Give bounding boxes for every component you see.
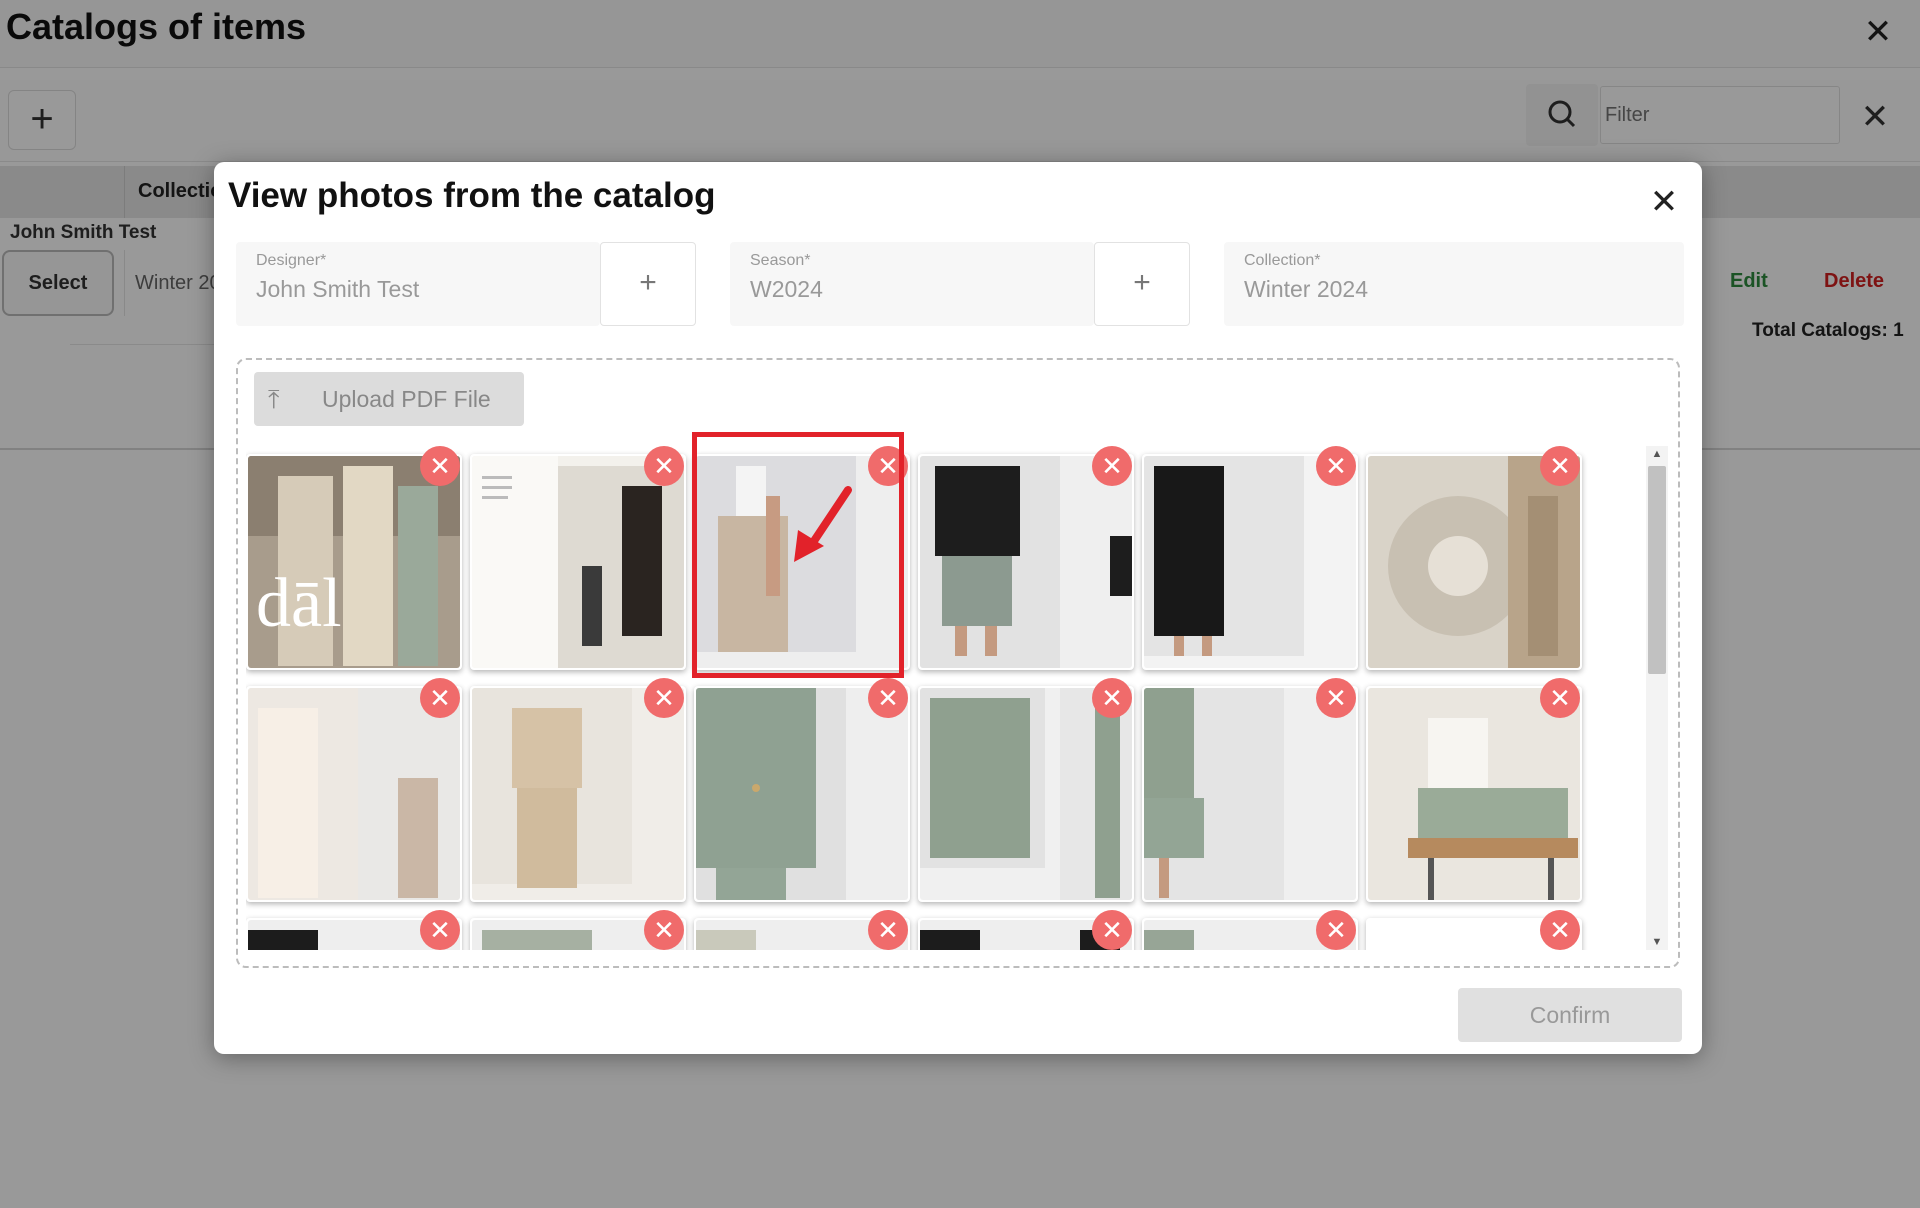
designer-label: Designer* (256, 252, 327, 269)
add-designer-button[interactable]: + (600, 242, 696, 326)
photo-thumbnail[interactable]: ✕ (246, 678, 462, 902)
photo-thumbnail[interactable]: ✕ (1366, 910, 1582, 950)
catalog-photo (248, 688, 460, 900)
photo-grid: dāl ✕ ✕ ✕ ✕ ✕ ✕ ✕ ✕ ✕ ✕ ✕ ✕ ✕ ✕ ✕ ✕ ✕ ✕ (246, 446, 1638, 950)
remove-photo-button[interactable]: ✕ (420, 678, 460, 718)
remove-photo-button[interactable]: ✕ (1540, 910, 1580, 950)
remove-photo-button[interactable]: ✕ (420, 446, 460, 486)
photo-thumbnail[interactable]: ✕ (1366, 446, 1582, 670)
photo-thumbnail[interactable]: ✕ (1142, 446, 1358, 670)
season-label: Season* (750, 252, 811, 269)
remove-photo-button[interactable]: ✕ (1540, 678, 1580, 718)
remove-photo-button[interactable]: ✕ (1092, 910, 1132, 950)
remove-photo-button[interactable]: ✕ (1316, 446, 1356, 486)
remove-photo-button[interactable]: ✕ (1092, 678, 1132, 718)
photo-thumbnail[interactable]: ✕ (694, 910, 910, 950)
collection-label: Collection* (1244, 252, 1321, 269)
remove-photo-button[interactable]: ✕ (420, 910, 460, 950)
photo-thumbnail[interactable]: ✕ (918, 678, 1134, 902)
photo-grid-scrollbar[interactable]: ▲ ▼ (1646, 446, 1668, 950)
designer-field[interactable]: Designer* John Smith Test (236, 242, 600, 326)
remove-photo-button[interactable]: ✕ (644, 910, 684, 950)
collection-value: Winter 2024 (1244, 276, 1369, 302)
photo-thumbnail[interactable]: ✕ (694, 678, 910, 902)
photo-thumbnail[interactable]: ✕ (470, 910, 686, 950)
season-value: W2024 (750, 276, 823, 302)
remove-photo-button[interactable]: ✕ (868, 910, 908, 950)
photo-thumbnail[interactable]: ✕ (470, 446, 686, 670)
photo-thumbnail[interactable]: ✕ (1142, 678, 1358, 902)
arrow-annotation-icon (794, 486, 852, 562)
modal-close-icon[interactable]: ✕ (1644, 182, 1684, 222)
scroll-up-icon[interactable]: ▲ (1646, 446, 1668, 462)
catalog-photo (472, 456, 684, 668)
remove-photo-button[interactable]: ✕ (868, 678, 908, 718)
remove-photo-button[interactable]: ✕ (1092, 446, 1132, 486)
season-field[interactable]: Season* W2024 (730, 242, 1094, 326)
photo-thumbnail[interactable]: ✕ (246, 910, 462, 950)
photo-thumbnail[interactable]: ✕ (470, 678, 686, 902)
photo-upload-area: ⤒ Upload PDF File dāl ✕ ✕ ✕ ✕ ✕ ✕ ✕ ✕ ✕ … (236, 358, 1680, 968)
catalog-photo: dāl (248, 456, 460, 668)
confirm-button[interactable]: Confirm (1458, 988, 1682, 1042)
catalog-photo (696, 688, 908, 900)
catalog-photo (920, 688, 1132, 900)
catalog-photo (920, 456, 1132, 668)
add-season-button[interactable]: + (1094, 242, 1190, 326)
catalog-photo (1368, 688, 1580, 900)
svg-text:dāl: dāl (256, 565, 342, 642)
catalog-photo (472, 688, 684, 900)
photo-thumbnail[interactable]: ✕ (918, 910, 1134, 950)
scroll-down-icon[interactable]: ▼ (1646, 934, 1668, 950)
photo-thumbnail[interactable]: ✕ (1142, 910, 1358, 950)
catalog-photo (1144, 688, 1356, 900)
photo-thumbnail[interactable]: dāl ✕ (246, 446, 462, 670)
remove-photo-button[interactable]: ✕ (1316, 910, 1356, 950)
photo-thumbnail[interactable]: ✕ (918, 446, 1134, 670)
catalog-photo (1144, 456, 1356, 668)
modal-title: View photos from the catalog (228, 176, 716, 215)
catalog-photo (1368, 456, 1580, 668)
scrollbar-thumb[interactable] (1648, 466, 1666, 674)
upload-pdf-button[interactable]: ⤒ Upload PDF File (254, 372, 524, 426)
remove-photo-button[interactable]: ✕ (644, 678, 684, 718)
view-photos-modal: View photos from the catalog ✕ Designer*… (214, 162, 1702, 1054)
remove-photo-button[interactable]: ✕ (1316, 678, 1356, 718)
collection-field[interactable]: Collection* Winter 2024 (1224, 242, 1684, 326)
designer-value: John Smith Test (256, 276, 420, 302)
upload-pdf-label: Upload PDF File (322, 386, 491, 412)
remove-photo-button[interactable]: ✕ (1540, 446, 1580, 486)
upload-icon: ⤒ (268, 384, 280, 414)
photo-thumbnail[interactable]: ✕ (1366, 678, 1582, 902)
remove-photo-button[interactable]: ✕ (644, 446, 684, 486)
